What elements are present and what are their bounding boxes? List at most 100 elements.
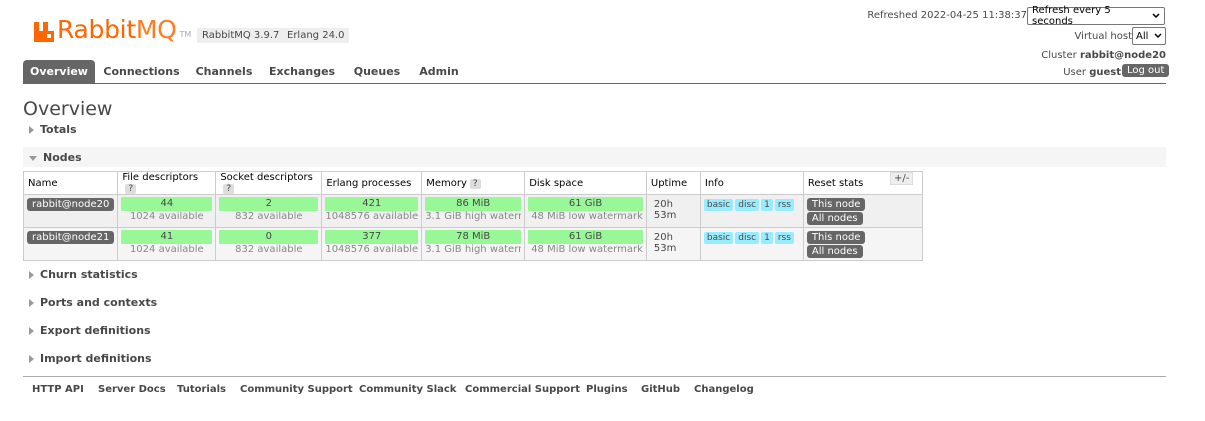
disk-watermark: 48 MiB low watermark (531, 211, 643, 222)
tab-overview[interactable]: Overview (23, 60, 95, 83)
help-button[interactable]: ? (125, 184, 137, 194)
tab-admin[interactable]: Admin (417, 60, 461, 83)
tab-exchanges[interactable]: Exchanges (269, 60, 335, 83)
logo-tm-text: TM (179, 30, 192, 39)
refresh-interval-value: Refresh every 5 seconds (1032, 5, 1111, 27)
section-nodes-label: Nodes (43, 151, 82, 164)
reset-this-node-button[interactable]: This node (806, 231, 866, 244)
disk-watermark: 48 MiB low watermark (531, 244, 643, 255)
footer-link-community-support[interactable]: Community Support (240, 384, 353, 395)
logo-mq-text: MQ (135, 15, 177, 44)
col-uptime: Uptime (645, 171, 701, 195)
sd-bar: 2 (219, 197, 319, 211)
expand-arrow-icon (29, 271, 34, 279)
col-memory-label: Memory (426, 177, 467, 189)
fd-bar: 44 (121, 197, 213, 211)
chevron-down-icon (1152, 11, 1160, 22)
expand-arrow-icon (29, 299, 34, 307)
help-button[interactable]: ? (223, 184, 235, 194)
column-toggle-button[interactable]: +/- (890, 172, 914, 185)
info-badge-basic: basic (703, 199, 734, 211)
footer-link-community-slack[interactable]: Community Slack (359, 384, 456, 395)
section-churn-statistics[interactable]: Churn statistics (29, 268, 138, 281)
table-header-row: Name File descriptors? Socket descriptor… (22, 171, 923, 195)
reset-cell: This nodeAll nodes (802, 194, 923, 228)
fd-bar: 41 (121, 230, 213, 244)
col-disk-space: Disk space (524, 171, 647, 195)
virtual-host-select[interactable]: All (1132, 27, 1166, 45)
virtual-host-value: All (1136, 30, 1149, 42)
rabbitmq-version: RabbitMQ 3.9.7 (197, 28, 285, 43)
reset-cell: This nodeAll nodes (802, 227, 923, 261)
section-nodes[interactable]: Nodes (29, 151, 82, 164)
col-memory: Memory? (421, 171, 526, 195)
col-file-descriptors-label: File descriptors (122, 172, 199, 183)
erlang-version: Erlang 24.0 (282, 28, 350, 43)
ep-bar: 421 (325, 197, 419, 211)
footer-link-github[interactable]: GitHub (641, 384, 680, 395)
collapse-arrow-icon (29, 155, 37, 161)
tab-connections[interactable]: Connections (103, 60, 180, 83)
footer: HTTP API Server Docs Tutorials Community… (23, 376, 1166, 405)
col-info: Info (699, 171, 804, 195)
uptime-value: 20h 53m (653, 199, 677, 221)
footer-link-changelog[interactable]: Changelog (694, 384, 754, 395)
section-import-definitions[interactable]: Import definitions (29, 352, 152, 365)
node-name-cell: rabbit@node20 (22, 194, 119, 228)
reset-all-nodes-button[interactable]: All nodes (806, 212, 863, 225)
fd-available: 1024 available (129, 211, 204, 222)
node-link[interactable]: rabbit@node21 (27, 231, 115, 244)
virtual-host-label: Virtual host (1074, 31, 1132, 42)
info-cell: basic disc 1 rss (699, 194, 804, 228)
rabbitmq-logo[interactable]: RabbitMQ TM (33, 13, 191, 43)
info-badge-basic: basic (703, 232, 734, 244)
footer-link-plugins[interactable]: Plugins (586, 384, 628, 395)
info-cell: basic disc 1 rss (699, 227, 804, 261)
expand-arrow-icon (29, 126, 34, 134)
memory-cell: 78 MiB3.1 GiB high watermark (421, 227, 526, 261)
memory-bar: 78 MiB (425, 230, 522, 244)
info-badge-rss: rss (774, 199, 794, 211)
sd-bar: 0 (219, 230, 319, 244)
footer-link-server-docs[interactable]: Server Docs (98, 384, 166, 395)
col-file-descriptors: File descriptors? (117, 171, 217, 195)
ep-available: 1048576 available (325, 211, 419, 222)
nodes-section-bar (23, 147, 1166, 167)
info-badge-disc: disc (735, 199, 760, 211)
nodes-table: Name File descriptors? Socket descriptor… (22, 171, 923, 261)
section-ports-and-contexts[interactable]: Ports and contexts (29, 296, 157, 309)
col-erlang-processes: Erlang processes (321, 171, 423, 195)
col-socket-descriptors: Socket descriptors? (215, 171, 323, 195)
table-row: rabbit@node21 41 1024 available 0 832 avai… (22, 227, 923, 261)
memory-cell: 86 MiB3.1 GiB high watermark (421, 194, 526, 228)
memory-watermark: 3.1 GiB high watermark (425, 244, 521, 255)
tab-queues[interactable]: Queues (351, 60, 403, 83)
info-badge-rss: rss (774, 232, 794, 244)
section-ports-label: Ports and contexts (40, 296, 158, 309)
tab-channels[interactable]: Channels (193, 60, 255, 83)
col-name: Name (22, 171, 119, 195)
section-totals[interactable]: Totals (29, 123, 77, 136)
col-socket-descriptors-label: Socket descriptors (220, 172, 313, 183)
sd-cell: 0 832 available (215, 227, 323, 261)
node-name-cell: rabbit@node21 (22, 227, 119, 261)
section-totals-label: Totals (40, 123, 77, 136)
refresh-interval-select[interactable]: Refresh every 5 seconds (1027, 5, 1165, 27)
reset-this-node-button[interactable]: This node (806, 198, 866, 211)
section-export-definitions[interactable]: Export definitions (29, 324, 151, 337)
footer-link-tutorials[interactable]: Tutorials (177, 384, 226, 395)
reset-all-nodes-button[interactable]: All nodes (806, 245, 863, 258)
chevron-down-icon (1154, 31, 1162, 42)
logo-rabbit-text: Rabbit (57, 15, 136, 44)
footer-link-http-api[interactable]: HTTP API (32, 384, 84, 395)
section-churn-label: Churn statistics (40, 268, 138, 281)
sd-available: 832 available (235, 244, 303, 255)
footer-link-commercial-support[interactable]: Commercial Support (465, 384, 580, 395)
disk-cell: 61 GiB 48 MiB low watermark (524, 194, 647, 228)
disk-bar: 61 GiB (528, 197, 643, 211)
uptime-cell: 20h 53m (645, 227, 701, 261)
node-link[interactable]: rabbit@node20 (27, 198, 115, 211)
info-badge-count: 1 (761, 199, 773, 211)
page-title: Overview (23, 98, 113, 120)
help-button[interactable]: ? (469, 178, 481, 189)
